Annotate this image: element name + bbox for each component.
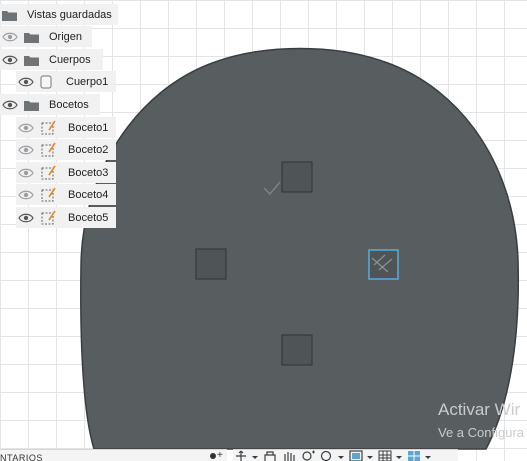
browser-label-sketch: Boceto1 [68,121,109,134]
zoom-fit-icon[interactable] [300,450,316,461]
navigation-toolbar [233,449,458,461]
selected-square-pad[interactable] [368,249,399,280]
viewports-icon[interactable] [406,450,422,461]
activation-watermark-title: Activar Wir [438,400,521,419]
body-icon [40,75,52,88]
grid-icon[interactable] [377,450,393,461]
visibility-eye-icon[interactable] [18,167,34,179]
chevron-down-icon[interactable] [338,450,344,461]
browser-item-origin[interactable]: Origen [0,26,92,47]
folder-icon [24,55,39,66]
zoom-icon[interactable] [319,450,335,461]
visibility-eye-icon[interactable] [2,31,18,43]
browser-label-sketch: Boceto5 [68,211,109,224]
visibility-eye-icon[interactable] [18,189,34,201]
browser-item-sketch[interactable]: Boceto1 [16,117,116,138]
sketch-icon [41,120,56,135]
comments-label: NTARIOS [0,453,43,461]
pan-icon[interactable] [262,450,278,461]
square-pad-bottom[interactable] [281,334,313,366]
visibility-eye-icon[interactable] [2,54,18,66]
browser-item-bodies[interactable]: Cuerpos [0,49,103,70]
square-pad-top[interactable] [281,161,313,193]
browser-label-sketch: Boceto3 [68,166,109,179]
square-pad-left[interactable] [195,248,227,280]
browser-item-body1[interactable]: Cuerpo1 [16,71,116,92]
record-dot-icon [210,453,216,459]
sketch-icon [41,165,56,180]
browser-label-bodies: Cuerpos [49,53,91,66]
folder-icon [24,32,39,43]
folder-icon [24,100,39,111]
browser-item-sketch[interactable]: Boceto5 [16,207,116,228]
browser-item-sketches[interactable]: Bocetos [0,94,100,115]
browser-item-sketch[interactable]: Boceto3 [16,162,116,183]
add-comment-icon[interactable]: + [217,450,223,461]
body-disk[interactable] [80,47,520,450]
chevron-down-icon[interactable] [425,450,431,461]
visibility-eye-icon[interactable] [18,212,34,224]
visibility-eye-icon[interactable] [18,122,34,134]
browser-label-sketch: Boceto4 [68,188,109,201]
chevron-down-icon[interactable] [367,450,373,461]
browser-item-sketch[interactable]: Boceto2 [16,139,116,160]
orbit-icon[interactable] [233,450,249,461]
folder-icon [2,10,17,21]
visibility-eye-icon[interactable] [18,144,34,156]
chevron-down-icon[interactable] [396,450,402,461]
browser-label-origin: Origen [49,30,83,43]
browser-item-saved-views[interactable]: Vistas guardadas [0,4,118,25]
activation-watermark-subtitle: Ve a Configura [438,425,525,440]
browser-label-sketch: Boceto2 [68,143,109,156]
browser-label-body1: Cuerpo1 [66,75,109,88]
visibility-eye-icon[interactable] [18,76,34,88]
browser-item-sketch[interactable]: Boceto4 [16,184,116,205]
hand-icon[interactable] [281,450,297,461]
chevron-down-icon[interactable] [252,450,258,461]
sketch-icon [41,187,56,202]
visibility-eye-icon[interactable] [2,99,18,111]
sketch-icon [41,210,56,225]
sketch-icon [41,142,56,157]
display-mode-icon[interactable] [348,450,364,461]
browser-label-sketches: Bocetos [49,98,89,111]
comments-panel-header[interactable]: NTARIOS + [0,449,227,461]
browser-label-saved-views: Vistas guardadas [27,8,112,21]
